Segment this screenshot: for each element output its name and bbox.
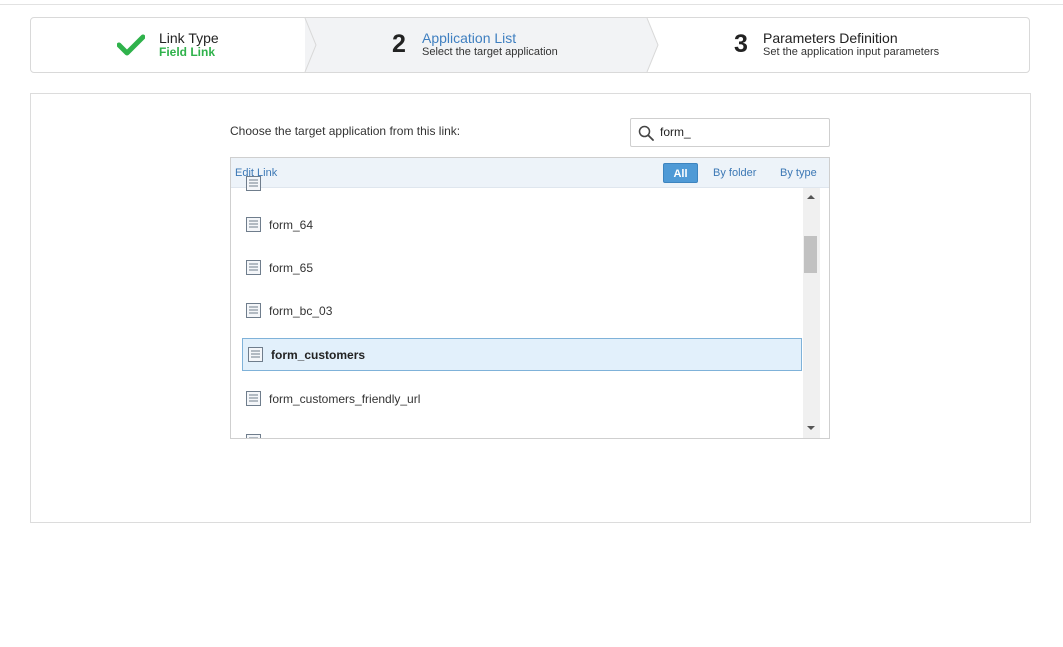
form-icon (246, 434, 261, 438)
list-item[interactable]: form_customers_friendly_url (242, 383, 802, 414)
list-item-label: form_bc_03 (269, 304, 333, 318)
step-title: Parameters Definition (763, 30, 898, 46)
step-parameters-definition[interactable]: 3 Parameters Definition Set the applicat… (647, 18, 1029, 72)
step-subtitle: Select the target application (422, 46, 558, 58)
list-item[interactable]: form_65 (242, 252, 802, 283)
form-icon (246, 176, 261, 191)
step-title: Application List (422, 30, 517, 46)
top-divider (0, 4, 1063, 5)
list-item[interactable]: form_bc_03 (242, 295, 802, 326)
search-input[interactable] (660, 123, 820, 141)
step-title: Link Type (159, 30, 219, 46)
list-item-partial (242, 168, 802, 199)
list-item-partial (242, 426, 802, 438)
wizard-steps: Link Type Field Link 2 Application List … (30, 17, 1030, 73)
list-scrollbar[interactable] (803, 188, 820, 438)
form-icon (246, 260, 261, 275)
list-item-label: form_customers (271, 348, 366, 362)
check-icon (117, 34, 145, 56)
list-item-label: form_64 (269, 218, 314, 232)
scroll-down-arrow-icon[interactable] (807, 426, 815, 430)
form-icon (246, 217, 261, 232)
list-rows: form_64 form_65 form_bc_03 form_customer… (231, 176, 803, 438)
form-icon (248, 347, 263, 362)
step-separator (302, 18, 317, 72)
step-number: 3 (734, 30, 748, 58)
application-list-panel: Choose the target application from this … (30, 93, 1031, 523)
form-icon (246, 391, 261, 406)
list-item-label: form_customers_friendly_url (269, 392, 421, 406)
list-item[interactable]: form_64 (242, 209, 802, 240)
list-item-selected[interactable]: form_customers (242, 338, 802, 371)
scrollbar-thumb[interactable] (804, 236, 817, 273)
form-icon (246, 303, 261, 318)
step-subtitle: Field Link (159, 45, 216, 59)
step-subtitle: Set the application input parameters (763, 46, 940, 58)
step-number: 2 (392, 30, 406, 58)
search-icon (638, 125, 654, 141)
search-field[interactable] (630, 118, 830, 147)
scroll-up-arrow-icon[interactable] (807, 195, 815, 199)
application-list: Edit Link All By folder By type form_64 … (230, 157, 830, 439)
choose-label: Choose the target application from this … (230, 124, 461, 138)
step-application-list[interactable]: 2 Application List Select the target app… (305, 18, 647, 72)
step-separator (645, 18, 659, 72)
list-item-label: form_65 (269, 261, 314, 275)
step-link-type[interactable]: Link Type Field Link (31, 18, 305, 72)
